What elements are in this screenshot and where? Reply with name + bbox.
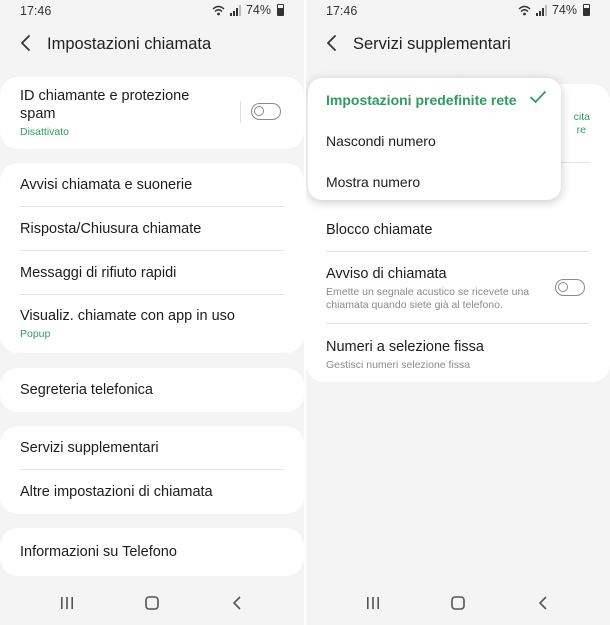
right-screen: 17:46 74% Servizi supplementari cita re …: [306, 0, 610, 625]
page-title: Servizi supplementari: [353, 35, 511, 53]
list-item[interactable]: Avvisi chiamata e suonerie: [0, 163, 304, 207]
caller-id-options-popup: Impostazioni predefinite rete Nascondi n…: [308, 78, 561, 200]
popup-option-hide-number[interactable]: Nascondi numero: [326, 133, 436, 149]
battery-percent: 74%: [551, 3, 577, 17]
signal-icon: [229, 4, 241, 16]
card-caller-id: ID chiamante e protezione spam Disattiva…: [0, 77, 304, 149]
item-label: Servizi supplementari: [20, 440, 159, 456]
status-bar: 17:46 74%: [0, 0, 304, 22]
caller-id-item[interactable]: ID chiamante e protezione spam Disattiva…: [0, 77, 240, 149]
recents-icon[interactable]: [363, 593, 383, 613]
list-item[interactable]: Messaggi di rifiuto rapidi: [0, 251, 304, 295]
popup-option-network-default[interactable]: Impostazioni predefinite rete: [326, 92, 517, 108]
list-item[interactable]: Servizi supplementari: [0, 426, 304, 470]
navigation-bar: [306, 581, 610, 625]
nav-back-icon[interactable]: [228, 593, 248, 613]
check-icon: [529, 90, 547, 104]
chevron-left-icon[interactable]: [322, 33, 342, 53]
app-bar: Servizi supplementari: [306, 30, 610, 60]
signal-icon: [535, 4, 547, 16]
item-status: Popup: [20, 328, 51, 340]
item-description: Emette un segnale acustico se ricevete u…: [326, 285, 530, 311]
list-item[interactable]: Segreteria telefonica: [0, 368, 304, 412]
card-more-settings: Servizi supplementari Altre impostazioni…: [0, 426, 304, 514]
hidden-text: re: [576, 124, 586, 136]
item-label: Messaggi di rifiuto rapidi: [20, 265, 177, 281]
battery-icon: [583, 4, 590, 16]
chevron-left-icon[interactable]: [16, 33, 36, 53]
card-voicemail: Segreteria telefonica: [0, 368, 304, 412]
call-waiting-toggle[interactable]: [555, 279, 585, 296]
item-label: Numeri a selezione fissa: [326, 339, 484, 355]
card-about: Informazioni su Telefono: [0, 528, 304, 576]
item-label: Avviso di chiamata: [326, 265, 447, 282]
nav-back-icon[interactable]: [534, 593, 554, 613]
home-icon[interactable]: [448, 593, 468, 613]
item-label: Segreteria telefonica: [20, 382, 153, 398]
hidden-text: cita: [573, 111, 590, 123]
home-icon[interactable]: [142, 593, 162, 613]
screenshot-root: 17:46 74% Impostazioni chiamata ID chiam…: [0, 0, 610, 625]
caller-id-toggle[interactable]: [251, 103, 281, 120]
app-bar: Impostazioni chiamata: [0, 30, 304, 60]
status-time: 17:46: [326, 4, 358, 18]
divider: [240, 101, 241, 123]
item-label: Avvisi chiamata e suonerie: [20, 177, 193, 193]
fixed-dialing-item[interactable]: Numeri a selezione fissa Gestisci numeri…: [306, 328, 610, 382]
item-label: Altre impostazioni di chiamata: [20, 484, 213, 500]
item-label: Visualiz. chiamate con app in uso: [20, 308, 235, 324]
caller-id-label: ID chiamante e protezione spam: [20, 88, 190, 122]
item-label: Informazioni su Telefono: [20, 544, 177, 560]
list-item[interactable]: Altre impostazioni di chiamata: [0, 470, 304, 514]
caller-id-status: Disattivato: [20, 126, 70, 138]
recents-icon[interactable]: [57, 593, 77, 613]
navigation-bar: [0, 581, 304, 625]
list-item[interactable]: Visualiz. chiamate con app in uso Popup: [0, 295, 304, 353]
wifi-icon: [518, 5, 531, 15]
list-item[interactable]: Informazioni su Telefono: [0, 528, 304, 576]
item-label: Risposta/Chiusura chiamate: [20, 221, 202, 237]
status-bar: 17:46 74%: [306, 0, 610, 22]
wifi-icon: [212, 5, 225, 15]
battery-percent: 74%: [245, 3, 271, 17]
status-time: 17:46: [20, 4, 52, 18]
card-call-options: Avvisi chiamata e suonerie Risposta/Chiu…: [0, 163, 304, 353]
item-label: Blocco chiamate: [326, 222, 433, 238]
call-blocking-item[interactable]: Blocco chiamate: [306, 208, 610, 252]
page-title: Impostazioni chiamata: [47, 35, 212, 53]
battery-icon: [277, 4, 284, 16]
divider: [326, 323, 590, 324]
left-screen: 17:46 74% Impostazioni chiamata ID chiam…: [0, 0, 304, 625]
popup-option-show-number[interactable]: Mostra numero: [326, 174, 420, 190]
item-description: Gestisci numeri selezione fissa: [326, 359, 471, 371]
list-item[interactable]: Risposta/Chiusura chiamate: [0, 207, 304, 251]
